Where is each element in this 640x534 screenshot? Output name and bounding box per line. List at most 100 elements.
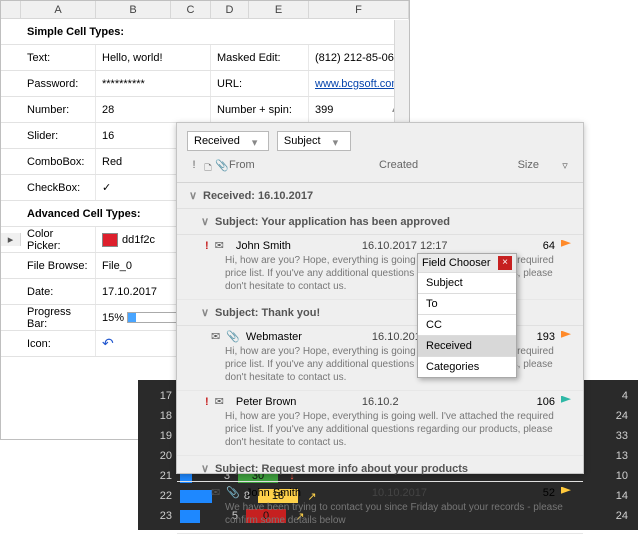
importance-col-icon[interactable]: ! [187,159,201,178]
group-subject[interactable]: ∨Subject: Request more info about your p… [177,456,583,482]
row-number: 20 [148,450,172,462]
cell-label: Date: [21,279,96,304]
value-2: 33 [588,430,628,442]
mail-message[interactable]: ✉📎Webmaster16.10.2017193Hi, how are you?… [177,326,583,391]
cell-label: Icon: [21,331,96,356]
chevron-down-icon [252,136,262,146]
field-item-received[interactable]: Received [418,335,516,356]
expand-icon: ∨ [201,215,211,228]
grid-section-simple: Simple Cell Types: [21,19,409,44]
mail-message[interactable]: ✉ 📎 John Smith 10.10.2017 52We have been try… [177,482,583,534]
msg-date: 10.10.2017 [372,487,482,499]
col-created[interactable]: Created [379,159,479,178]
col-d[interactable]: D [211,1,249,18]
cell-label: Number + spin: [211,97,309,122]
group-subject[interactable]: ∨Subject: Your application has been appr… [177,209,583,235]
filter-icon[interactable]: ▿ [559,159,573,178]
msg-size: 52 [525,487,555,499]
col-e[interactable]: E [249,1,309,18]
msg-size: 64 [525,240,555,252]
flag-icon[interactable] [561,396,571,408]
color-swatch-icon [102,233,118,247]
field-item-categories[interactable]: Categories [418,356,516,377]
msg-date: 16.10.2 [362,396,472,408]
msg-preview: Hi, how are you? Hope, everything is goi… [205,408,571,451]
field-item-to[interactable]: To [418,293,516,314]
col-size[interactable]: Size [479,159,539,178]
cell-label: Slider: [21,123,96,148]
sortby-combo[interactable]: Subject [277,131,351,151]
cell-label: Number: [21,97,96,122]
value-2: 4 [588,390,628,402]
msg-preview: We have been trying to contact you since… [205,499,571,529]
msg-from: Webmaster [246,331,366,343]
field-item-subject[interactable]: Subject [418,272,516,293]
attach-col-icon[interactable]: 📎 [215,159,229,178]
row-number: 21 [148,470,172,482]
col-b[interactable]: B [96,1,171,18]
cell-label: Text: [21,45,96,70]
grid-column-headers: A B C D E F [1,1,409,19]
field-item-cc[interactable]: CC [418,314,516,335]
attachment-icon: 📎 [226,486,240,499]
col-a[interactable]: A [21,1,96,18]
msg-from: John Smith [246,487,366,499]
col-f[interactable]: F [309,1,409,18]
group-subject[interactable]: ∨Subject: Thank you! [177,300,583,326]
importance-icon: ! [205,396,209,408]
cell-text[interactable]: Hello, world! [96,45,211,70]
mail-column-headers: ! 🗅 📎 From Created Size ▿ [177,155,583,183]
msg-date: 16.10.2017 12:17 [362,240,472,252]
cell-label: Masked Edit: [211,45,309,70]
value-2: 10 [588,470,628,482]
expand-icon: ∨ [189,189,199,202]
envelope-icon: ✉ [215,239,224,252]
flag-icon[interactable] [561,487,571,499]
read-col-icon[interactable]: 🗅 [201,159,215,178]
mail-message[interactable]: !✉John Smith16.10.2017 12:1764Hi, how ar… [177,235,583,300]
cell-label: Color Picker: [21,227,96,252]
value-2: 24 [588,510,628,522]
chevron-down-icon [333,136,343,146]
cell-label: CheckBox: [21,175,96,200]
close-icon[interactable]: × [498,256,512,270]
envelope-icon: ✉ [215,395,224,408]
flag-icon[interactable] [561,331,571,343]
col-c[interactable]: C [171,1,211,18]
row-number: 23 [148,510,172,522]
msg-from: Peter Brown [236,396,356,408]
field-chooser-popup: Field Chooser × Subject To CC Received Ca… [417,253,517,378]
flag-icon[interactable] [561,240,571,252]
row-number: 18 [148,410,172,422]
row-marker-icon: ▸ [1,233,21,246]
msg-size: 106 [525,396,555,408]
group-received[interactable]: ∨Received: 16.10.2017 [177,183,583,209]
cell-label: URL: [211,71,309,96]
row-number: 22 [148,490,172,502]
msg-size: 193 [525,331,555,343]
importance-icon: ! [205,240,209,252]
value-2: 13 [588,450,628,462]
envelope-icon: ✉ [211,486,220,499]
row-number: 19 [148,430,172,442]
col-from[interactable]: From [229,159,379,178]
cell-label: Progress Bar: [21,305,96,330]
expand-icon: ∨ [201,462,211,475]
cell-label: File Browse: [21,253,96,278]
cell-password[interactable]: ********** [96,71,211,96]
groupby-combo[interactable]: Received [187,131,269,151]
popup-title: Field Chooser [422,257,490,269]
attachment-icon: 📎 [226,330,240,343]
mail-message[interactable]: ! ✉ Peter Brown 16.10.2 106Hi, how are you? … [177,391,583,456]
row-number: 17 [148,390,172,402]
envelope-icon: ✉ [211,330,220,343]
cell-label: Password: [21,71,96,96]
mail-panel: Received Subject ! 🗅 📎 From Created Size… [176,122,584,474]
expand-icon: ∨ [201,306,211,319]
col-corner[interactable] [1,1,21,18]
value-2: 24 [588,410,628,422]
cell-label: ComboBox: [21,149,96,174]
cell-number[interactable]: 28 [96,97,211,122]
value-2: 14 [588,490,628,502]
msg-from: John Smith [236,240,356,252]
